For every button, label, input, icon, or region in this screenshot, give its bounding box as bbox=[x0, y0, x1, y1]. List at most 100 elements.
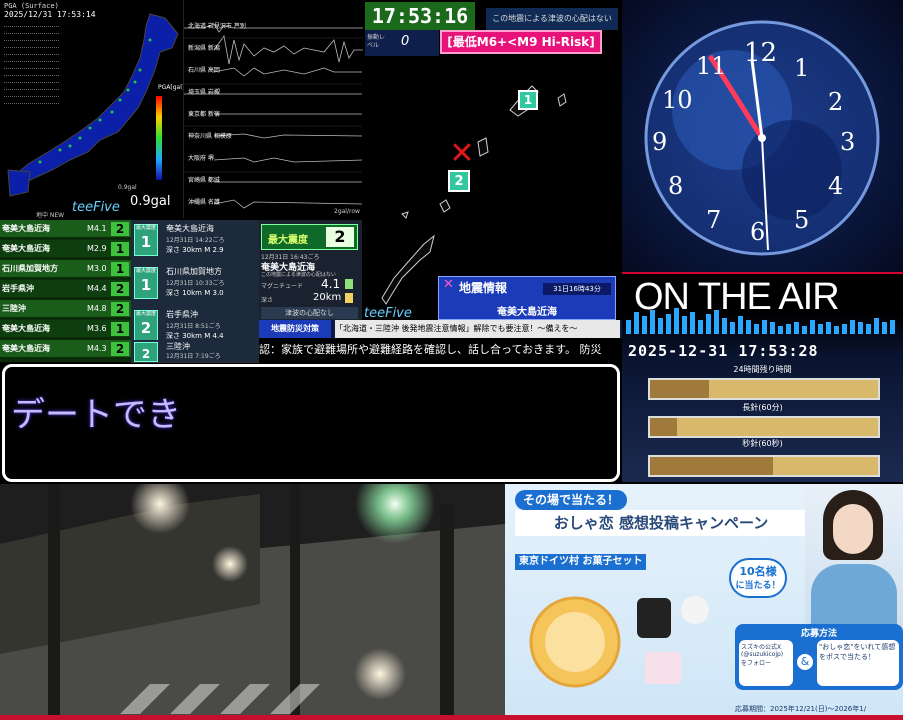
depth-value: 20km bbox=[313, 292, 342, 303]
audio-spectrum bbox=[626, 308, 895, 334]
ad-headline-1: その場で当たる！ bbox=[515, 490, 628, 510]
info-place: 奄美大島近海 bbox=[497, 307, 557, 318]
station-label: 宮崎県 都城 bbox=[188, 177, 220, 184]
analog-clock-panel: 12 1 2 3 4 5 6 7 8 9 10 11 bbox=[622, 0, 903, 272]
quake-intensity: 2 bbox=[111, 221, 129, 236]
card-date: 12月31日 14:22ごろ bbox=[166, 237, 225, 244]
quake-row[interactable]: 石川県加賀地方 M3.0 1 bbox=[0, 260, 135, 277]
digital-clock: 17:53:16 bbox=[365, 2, 475, 30]
card-date: 12月31日 8:51ごろ bbox=[166, 323, 221, 330]
map-brand: teeFive bbox=[364, 306, 412, 321]
quake-name: 石川県加賀地方 bbox=[2, 264, 58, 273]
recent-quake-card[interactable]: 最大震度 1 奄美大島近海 12月31日 14:22ごろ 深さ 30km M 2.… bbox=[131, 220, 259, 264]
apply-step-2: "おしゃ恋"をいれて感想をポスで当たる！ bbox=[817, 640, 899, 686]
clock-num-5: 5 bbox=[794, 206, 810, 234]
street-scene-graphic bbox=[0, 484, 505, 720]
quake-row[interactable]: 奄美大島近海 M4.1 2 bbox=[0, 220, 135, 237]
apply-step-1: スズキの公式X (@suzukicojp) をフォロー bbox=[739, 640, 793, 686]
mag-label: マグニチュード bbox=[261, 283, 304, 290]
wave-axis-label: 2gal/row bbox=[334, 208, 360, 215]
card-detail: 深さ 30km M 2.9 bbox=[166, 246, 224, 254]
prize-sub: に当たる！ bbox=[735, 581, 781, 591]
max-intensity-label: 最大震度 bbox=[268, 235, 308, 246]
japan-map-graphic bbox=[7, 13, 179, 197]
quake-mag: M4.1 bbox=[87, 224, 107, 233]
quake-mag: M3.6 bbox=[87, 324, 107, 333]
card-place: 岩手県沖 bbox=[166, 310, 198, 319]
epicenter-map: 1 ✕ 2 teeFive ✕ 地震情報 31日16時43分 奄美大島近海 bbox=[362, 56, 622, 362]
quake-mag: M2.9 bbox=[87, 244, 107, 253]
mag-value: 4.1 bbox=[321, 277, 341, 291]
quake-name: 奄美大島近海 bbox=[2, 344, 50, 353]
ticker-top: 地震防災対策 「北海道・三陸沖 後発地震注意情報」解除でも要注意！〜備えを〜 bbox=[259, 320, 622, 338]
clock-num-7: 7 bbox=[706, 206, 722, 234]
red-line bbox=[622, 272, 903, 274]
progress-rest bbox=[773, 457, 878, 475]
recent-quake-card[interactable]: 最大震度 1 石川県加賀地方 12月31日 10:33ごろ 深さ 10km M 3… bbox=[131, 263, 259, 307]
quake-intensity: 2 bbox=[111, 301, 129, 316]
quake-intensity: 1 bbox=[111, 261, 129, 276]
card-date: 12月31日 7:19ごろ bbox=[166, 353, 221, 360]
station-label: 沖縄県 名護 bbox=[188, 199, 220, 206]
progress-bar-second bbox=[648, 455, 880, 477]
station-label: 東京都 新宿 bbox=[188, 111, 220, 118]
gal-value: 0.9gal bbox=[130, 194, 171, 209]
max-intensity-panel: 最大震度 2 12月31日 16:43ごろ 奄美大島近海 この地震による津波の心… bbox=[259, 220, 362, 320]
ad-banner[interactable]: その場で当たる！ おしゃ恋 感想投稿キャンペーン 東京ドイツ村 お菓子セット 1… bbox=[505, 484, 903, 720]
risk-banner: [最低M6+<M9 Hi-Risk] bbox=[440, 30, 602, 54]
bar3-label: 秒針(60秒) bbox=[742, 439, 783, 448]
progress-bar-minute bbox=[648, 416, 880, 438]
card-place: 奄美大島近海 bbox=[166, 224, 214, 233]
quake-name: 三陸沖 bbox=[2, 304, 26, 313]
station-label: 埼玉県 岩槻 bbox=[188, 89, 220, 96]
card-date: 12月31日 10:33ごろ bbox=[166, 280, 225, 287]
on-air-datetime: 2025-12-31 17:53:28 bbox=[628, 342, 819, 360]
recent-quake-card[interactable]: 2 三陸沖 12月31日 7:19ごろ bbox=[131, 340, 259, 363]
clock-num-10: 10 bbox=[662, 86, 693, 114]
clock-num-8: 8 bbox=[668, 172, 684, 200]
quake-row[interactable]: 奄美大島近海 M4.3 2 bbox=[0, 340, 135, 357]
intensity-badge: 2 bbox=[134, 342, 158, 362]
station-label: 新潟県 新潟 bbox=[188, 45, 220, 52]
pga-scale-label: PGA[gal] bbox=[158, 84, 185, 91]
ad-product-graphic bbox=[529, 596, 709, 688]
quake-row[interactable]: 三陸沖 M4.8 2 bbox=[0, 300, 135, 317]
progress-fill bbox=[650, 457, 774, 475]
station-label: 石川県 高岡 bbox=[188, 67, 220, 74]
prize-count: 10名様 bbox=[739, 565, 777, 578]
ticker-scroll: 認：家族で避難場所や避難経路を確認し、話し合っておきます。 防災 bbox=[259, 338, 622, 362]
intensity-badge: 最大震度 2 bbox=[134, 310, 158, 342]
progress-bar-24h bbox=[648, 378, 880, 400]
ticker-label: 地震防災対策 bbox=[259, 320, 331, 338]
station-label: 大阪府 堺 bbox=[188, 155, 214, 162]
bar2-label: 長針(60分) bbox=[742, 403, 783, 412]
jishin-new-label: 地中 NEW bbox=[36, 212, 65, 219]
station-label: 北海道 岩見沢市 芦別 bbox=[188, 23, 246, 30]
level-value: 0 bbox=[401, 34, 410, 49]
progress-fill bbox=[650, 380, 710, 398]
marker-2: 2 bbox=[448, 170, 470, 192]
waveform-panel: 北海道 岩見沢市 芦別 新潟県 新潟 石川県 高岡 埼玉県 岩槻 東京都 新宿 … bbox=[183, 0, 363, 218]
bar1-label: 24時間残り時間 bbox=[733, 365, 792, 374]
quake-mag: M4.4 bbox=[87, 284, 107, 293]
progress-fill bbox=[650, 418, 678, 436]
quake-row[interactable]: 奄美大島近海 M2.9 1 bbox=[0, 240, 135, 257]
quake-row[interactable]: 岩手県沖 M4.4 2 bbox=[0, 280, 135, 297]
clock-num-9: 9 bbox=[652, 128, 668, 156]
vibration-level-panel: 振動レベル 0 bbox=[365, 30, 439, 56]
apply-box: 応募方法 スズキの公式X (@suzukicojp) をフォロー & "おしゃ恋… bbox=[735, 624, 903, 690]
epicenter-x-icon: ✕ bbox=[449, 136, 475, 171]
tsunami-note: 津波の心配なし bbox=[261, 307, 358, 319]
card-detail: 深さ 10km M 3.0 bbox=[166, 289, 224, 297]
clock-num-11: 11 bbox=[696, 52, 727, 80]
on-air-panel: ON THE AIR 2025-12-31 17:53:28 24時間残り時間 … bbox=[622, 272, 903, 482]
quake-info-card: ✕ 地震情報 31日16時43分 奄美大島近海 bbox=[438, 276, 616, 320]
quake-name: 奄美大島近海 bbox=[2, 244, 50, 253]
max-gal-small: 0.9gal bbox=[118, 184, 137, 191]
clock-num-12: 12 bbox=[744, 38, 778, 68]
ad-headline-2: おしゃ恋 感想投稿キャンペーン bbox=[515, 510, 807, 536]
info-time: 31日16時43分 bbox=[543, 283, 611, 295]
intensity-badge: 最大震度 1 bbox=[134, 267, 158, 299]
card-place: 石川県加賀地方 bbox=[166, 267, 222, 276]
quake-row[interactable]: 奄美大島近海 M3.6 1 bbox=[0, 320, 135, 337]
